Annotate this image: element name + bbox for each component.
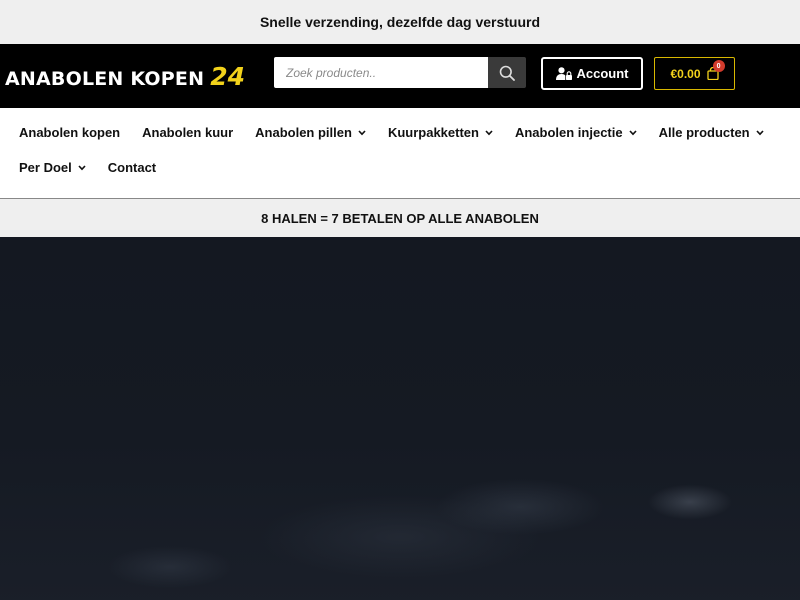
chevron-down-icon <box>629 129 637 136</box>
nav-item-alle-producten[interactable]: Alle producten <box>659 125 764 140</box>
logo-number: 24 <box>210 62 245 91</box>
nav-item-contact[interactable]: Contact <box>108 160 156 175</box>
nav-row-1: Anabolen kopen Anabolen kuur Anabolen pi… <box>19 115 781 150</box>
nav-item-label: Anabolen injectie <box>514 125 623 140</box>
nav-item-anabolen-kopen[interactable]: Anabolen kopen <box>19 125 120 140</box>
promo-text: 8 HALEN = 7 BETALEN OP ALLE ANABOLEN <box>261 210 539 226</box>
shopping-bag-icon: 0 <box>706 60 725 80</box>
announcement-text: Snelle verzending, dezelfde dag verstuur… <box>259 14 541 30</box>
nav-item-label: Anabolen pillen <box>255 125 352 140</box>
hero-background <box>0 237 800 600</box>
nav-item-per-doel[interactable]: Per Doel <box>19 160 86 175</box>
site-header: ANABOLEN KOPEN 24 Account €0.00 <box>0 44 800 108</box>
nav-item-label: Anabolen kuur <box>142 125 234 140</box>
site-logo[interactable]: ANABOLEN KOPEN 24 <box>5 64 245 90</box>
nav-row-2: Per Doel Contact <box>19 150 781 185</box>
search-button[interactable] <box>488 57 526 88</box>
search-input[interactable] <box>274 57 488 88</box>
nav-item-anabolen-injectie[interactable]: Anabolen injectie <box>515 125 637 140</box>
chevron-down-icon <box>485 129 493 136</box>
account-label: Account <box>576 66 629 81</box>
nav-item-anabolen-kuur[interactable]: Anabolen kuur <box>142 125 233 140</box>
nav-item-label: Anabolen kopen <box>19 125 121 140</box>
user-lock-icon <box>555 67 572 80</box>
nav-item-anabolen-pillen[interactable]: Anabolen pillen <box>255 125 366 140</box>
chevron-down-icon <box>78 164 86 171</box>
account-button[interactable]: Account <box>541 57 643 90</box>
announcement-bar: Snelle verzending, dezelfde dag verstuur… <box>0 0 800 44</box>
search-form <box>274 57 526 88</box>
logo-text: ANABOLEN KOPEN <box>5 68 205 90</box>
search-icon <box>499 65 515 81</box>
nav-item-kuurpakketten[interactable]: Kuurpakketten <box>388 125 493 140</box>
main-navigation: Anabolen kopen Anabolen kuur Anabolen pi… <box>0 115 800 199</box>
cart-count-badge: 0 <box>712 60 725 72</box>
cart-total: €0.00 <box>670 66 701 81</box>
cart-button[interactable]: €0.00 0 <box>654 57 735 90</box>
chevron-down-icon <box>756 129 764 136</box>
nav-item-label: Alle producten <box>658 125 750 140</box>
nav-item-label: Contact <box>107 160 157 175</box>
promo-banner: 8 HALEN = 7 BETALEN OP ALLE ANABOLEN <box>0 199 800 237</box>
nav-item-label: Per Doel <box>19 160 72 175</box>
chevron-down-icon <box>358 129 366 136</box>
nav-item-label: Kuurpakketten <box>387 125 479 140</box>
